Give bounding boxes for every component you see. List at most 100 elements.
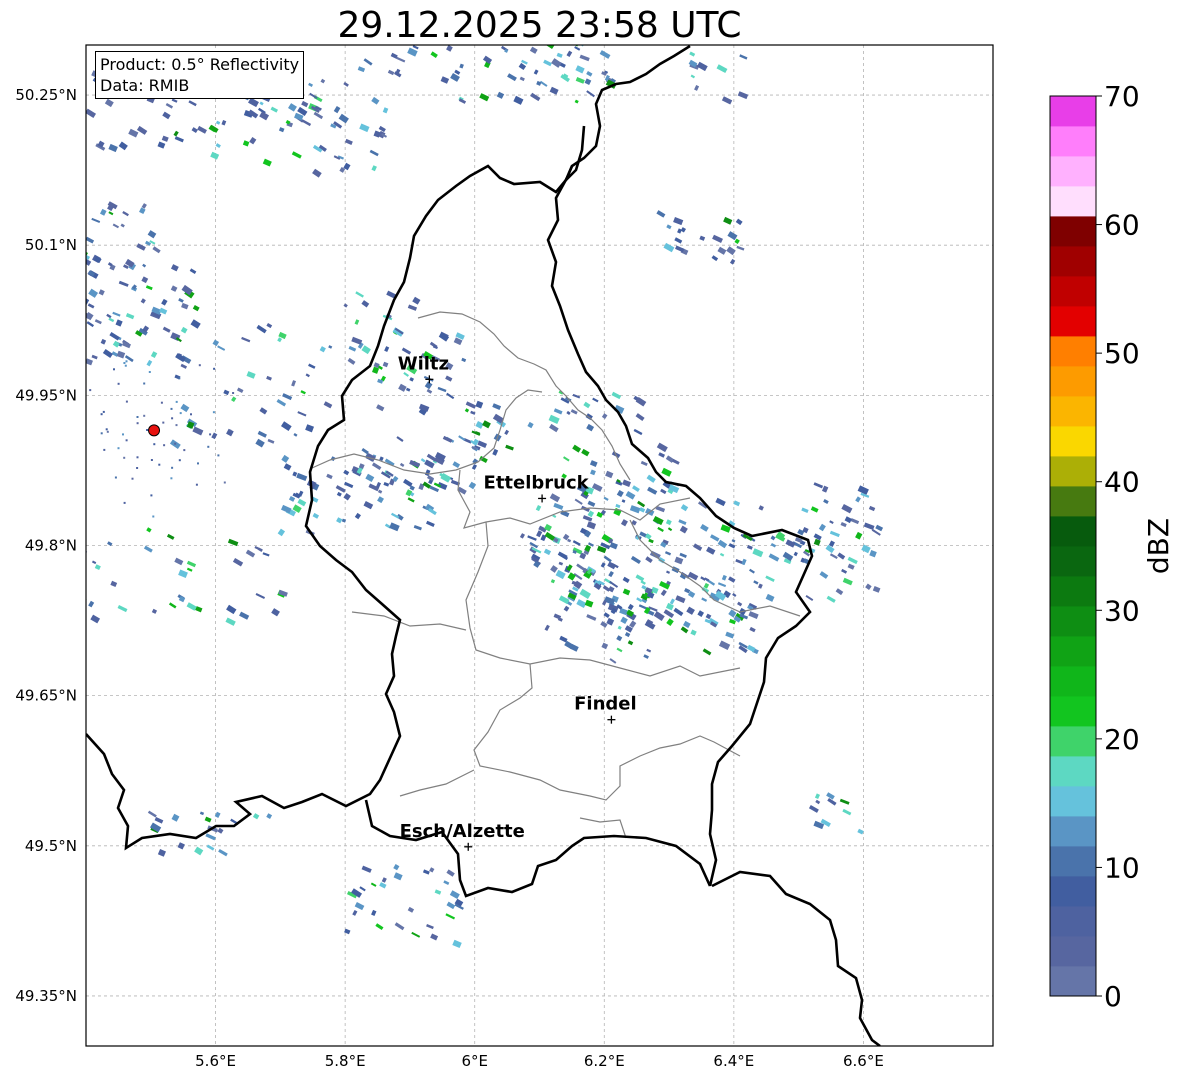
colorbar-tick-label: 70: [1104, 80, 1140, 113]
echo-cell: [150, 351, 158, 359]
echo-cell: [572, 393, 581, 399]
echo-cell: [102, 349, 113, 359]
colorbar-cell: [1050, 96, 1096, 127]
echo-cell: [622, 588, 631, 596]
echo-cell: [259, 111, 270, 121]
echo-cell: [39, 319, 48, 328]
echo-cell: [535, 505, 542, 512]
echo-cell: [665, 519, 672, 526]
echo-cell: [844, 516, 852, 524]
echo-cell: [209, 433, 212, 436]
echo-cell: [375, 923, 384, 931]
echo-cell: [232, 392, 235, 394]
echo-cell: [103, 448, 106, 451]
echo-cell: [179, 412, 182, 415]
echo-cell: [174, 442, 177, 445]
echo-cell: [424, 381, 433, 390]
echo-cell: [757, 583, 763, 589]
echo-cell: [616, 635, 623, 642]
echo-cell: [178, 459, 181, 462]
echo-cell: [647, 486, 658, 495]
city-label: Esch/Alzette: [400, 821, 525, 842]
echo-cell: [105, 428, 108, 431]
echo-cell: [579, 54, 590, 62]
echo-cell: [587, 500, 596, 507]
echo-cell: [112, 223, 120, 229]
echo-cell: [186, 567, 193, 572]
echo-cell: [543, 59, 552, 67]
echo-cell: [639, 507, 646, 513]
echo-cell: [567, 538, 572, 543]
echo-cell: [124, 364, 127, 367]
echo-cell: [865, 583, 872, 590]
echo-cell: [118, 280, 129, 287]
colorbar-tick-label: 0: [1104, 980, 1122, 1013]
echo-cell: [606, 617, 615, 626]
echo-cell: [413, 525, 422, 531]
echo-cell: [371, 462, 382, 471]
echo-cell: [361, 300, 370, 308]
echo-cell: [188, 100, 197, 107]
echo-cell: [154, 816, 164, 824]
echo-cell: [819, 571, 829, 579]
echo-cell: [677, 228, 682, 234]
echo-cell: [120, 223, 125, 228]
echo-cell: [855, 496, 861, 503]
echo-cell: [343, 303, 348, 308]
echo-cell: [309, 92, 318, 100]
echo-cell: [629, 620, 637, 629]
echo-cell: [620, 616, 628, 624]
echo-cell: [256, 324, 267, 334]
echo-cell: [813, 533, 822, 541]
echo-cell: [371, 909, 377, 916]
echo-cell: [73, 272, 80, 277]
echo-cell: [749, 626, 756, 633]
echo-cell: [46, 227, 51, 232]
echo-cell: [52, 255, 62, 264]
echo-cell: [211, 432, 218, 440]
echo-cell: [262, 552, 270, 557]
echo-cell: [529, 46, 538, 54]
echo-cell: [680, 227, 686, 233]
echo-cell: [197, 125, 207, 134]
echo-cell: [161, 298, 168, 306]
echo-cell: [76, 289, 84, 295]
echo-cell: [675, 245, 685, 253]
echo-cell: [288, 496, 296, 502]
echo-cell: [74, 208, 83, 217]
echo-cell: [616, 490, 624, 498]
echo-cell: [464, 408, 470, 413]
echo-cell: [239, 611, 250, 620]
colorbar-cell: [1050, 126, 1096, 157]
echo-cell: [359, 886, 366, 892]
echo-cell: [141, 203, 147, 209]
echo-cell: [622, 576, 630, 584]
echo-cell: [44, 338, 51, 344]
echo-cell: [575, 77, 585, 84]
echo-cell: [710, 534, 720, 542]
echo-cell: [112, 311, 121, 317]
echo-cell: [847, 556, 858, 565]
echo-cell: [162, 421, 165, 424]
echo-cell: [106, 430, 109, 433]
echo-cell: [118, 141, 128, 151]
echo-cell: [66, 204, 74, 210]
echo-cell: [586, 70, 593, 77]
echo-cell: [519, 76, 525, 82]
echo-cell: [49, 350, 53, 354]
echo-cell: [113, 368, 115, 371]
echo-cell: [728, 576, 736, 583]
echo-cell: [558, 561, 564, 566]
echo-cell: [183, 449, 186, 452]
echo-cell: [354, 319, 360, 325]
echo-cell: [632, 485, 640, 492]
echo-cell: [141, 276, 149, 284]
echo-cell: [178, 569, 188, 578]
echo-cell: [600, 562, 606, 568]
echo-cell: [558, 595, 570, 605]
echo-cell: [53, 554, 58, 559]
echo-cell: [267, 438, 275, 444]
echo-cell: [348, 345, 357, 352]
echo-cell: [805, 595, 814, 602]
echo-cell: [229, 429, 232, 432]
